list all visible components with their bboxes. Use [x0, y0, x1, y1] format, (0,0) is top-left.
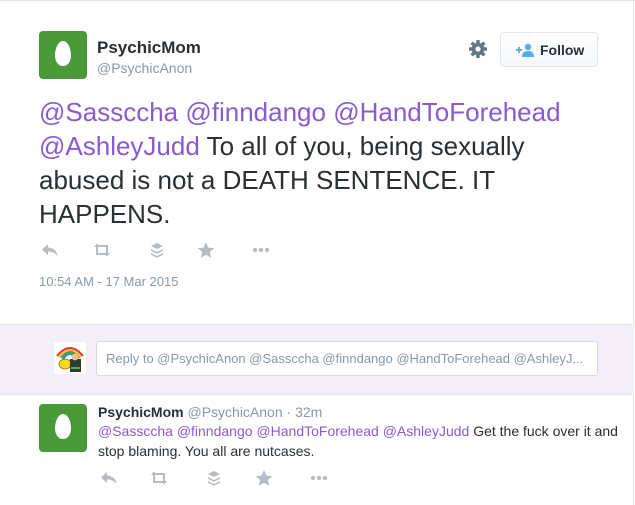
gear-icon[interactable] — [468, 39, 488, 59]
header-separator: · — [286, 404, 292, 420]
tweet-text: @Sassccha @finndango @HandToForehead @As… — [39, 95, 609, 231]
tweet-timestamp[interactable]: 10:54 AM - 17 Mar 2015 — [39, 274, 178, 289]
reply-icon[interactable] — [39, 240, 61, 260]
author-name[interactable]: PsychicMom — [97, 38, 201, 58]
author-avatar[interactable] — [39, 31, 87, 79]
follow-label: Follow — [540, 42, 585, 58]
egg-avatar-icon — [55, 414, 71, 439]
reply-composer: Reply to @PsychicAnon @Sassccha @finndan… — [0, 324, 634, 395]
retweet-icon[interactable] — [148, 468, 170, 488]
reply-actions — [98, 468, 338, 490]
mention-link[interactable]: @HandToForehead — [333, 97, 560, 127]
reply-text: @Sassccha @finndango @HandToForehead @As… — [98, 421, 618, 461]
mention-link[interactable]: @AshleyJudd — [39, 131, 200, 161]
more-dots-icon[interactable] — [250, 240, 272, 260]
reply-author-avatar[interactable] — [39, 404, 87, 452]
mention-link[interactable]: @Sassccha — [98, 423, 173, 439]
mention-link[interactable]: @finndango — [185, 97, 326, 127]
reply-timestamp[interactable]: 32m — [295, 404, 322, 420]
more-dots-icon[interactable] — [308, 468, 330, 488]
top-divider — [0, 0, 635, 1]
mention-link[interactable]: @Sassccha — [39, 97, 178, 127]
mention-link[interactable]: @finndango — [177, 423, 253, 439]
reply-author-handle[interactable]: @PsychicAnon — [187, 404, 282, 420]
favorite-star-icon[interactable] — [253, 468, 275, 488]
tweet-actions — [39, 240, 279, 262]
mention-link[interactable]: @AshleyJudd — [383, 423, 470, 439]
reply-author-name[interactable]: PsychicMom — [98, 404, 184, 420]
user-avatar-icon — [54, 342, 86, 374]
reply-icon[interactable] — [98, 468, 120, 488]
retweet-icon[interactable] — [91, 240, 113, 260]
favorite-star-icon[interactable] — [195, 240, 217, 260]
egg-avatar-icon — [55, 41, 71, 66]
follow-person-icon — [516, 43, 534, 57]
reply-header: PsychicMom @PsychicAnon · 32m — [98, 404, 322, 420]
stack-icon[interactable] — [146, 240, 168, 260]
reply-input[interactable]: Reply to @PsychicAnon @Sassccha @finndan… — [96, 341, 598, 376]
mention-link[interactable]: @HandToForehead — [256, 423, 378, 439]
author-handle[interactable]: @PsychicAnon — [97, 60, 192, 76]
follow-button[interactable]: Follow — [500, 32, 598, 67]
stack-icon[interactable] — [203, 468, 225, 488]
